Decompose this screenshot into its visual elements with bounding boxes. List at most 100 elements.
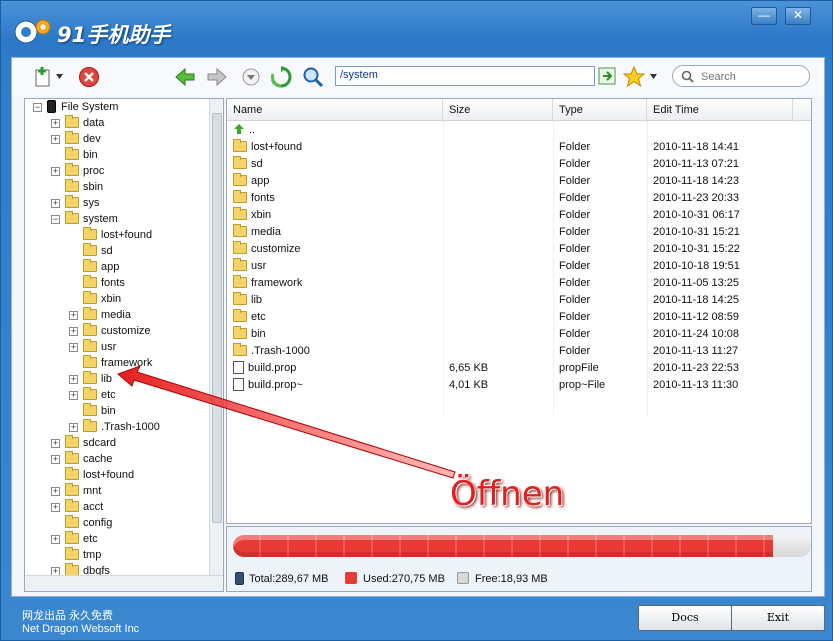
column-header[interactable]: Name: [227, 99, 443, 121]
expand-icon[interactable]: +: [51, 119, 60, 128]
expand-icon[interactable]: +: [69, 343, 78, 352]
file-row[interactable]: lib Folder 2010-11-18 14:25: [227, 292, 811, 309]
file-type-text: Folder: [559, 311, 591, 323]
folder-icon: [83, 275, 97, 288]
expand-icon[interactable]: +: [51, 503, 60, 512]
file-type: Folder: [559, 258, 590, 275]
search-field-icon: [681, 70, 694, 83]
file-row[interactable]: usr Folder 2010-10-18 19:51: [227, 258, 811, 275]
file-time-text: 2010-10-31 15:21: [653, 226, 740, 238]
file-row[interactable]: bin Folder 2010-11-24 10:08: [227, 326, 811, 343]
file-row[interactable]: build.prop~ 4,01 KB prop~File 2010-11-13 11…: [227, 377, 811, 394]
expand-icon[interactable]: +: [51, 439, 60, 448]
tree-item-label: sbin: [83, 181, 104, 193]
file-name: build.prop~: [233, 377, 303, 394]
file-name: app: [233, 173, 269, 190]
favorite-star-icon[interactable]: [623, 66, 645, 88]
tree-scrollbar-vertical[interactable]: [209, 99, 223, 575]
refresh-icon[interactable]: [270, 66, 292, 88]
folder-icon: [83, 243, 97, 256]
history-dropdown-icon[interactable]: [240, 66, 262, 88]
tree-item-label: sys: [83, 197, 100, 209]
file-name-text: lib: [251, 294, 263, 306]
search-input[interactable]: [699, 69, 803, 84]
expand-icon[interactable]: +: [51, 199, 60, 208]
file-type-text: propFile: [559, 362, 599, 374]
folder-icon: [233, 207, 247, 220]
file-row[interactable]: .Trash-1000 Folder 2010-11-13 11:27: [227, 343, 811, 360]
tree-item-label: lib: [101, 373, 113, 385]
new-file-icon[interactable]: [32, 66, 54, 88]
file-name-text: app: [251, 175, 270, 187]
parent-directory-row[interactable]: ..: [227, 122, 811, 139]
tree-item-label: sdcard: [83, 437, 117, 449]
file-row[interactable]: sd Folder 2010-11-13 07:21: [227, 156, 811, 173]
file-row[interactable]: build.prop 6,65 KB propFile 2010-11-23 22:5…: [227, 360, 811, 377]
file-icon: [233, 378, 244, 391]
go-icon[interactable]: [598, 67, 616, 85]
tree-scrollbar-horizontal[interactable]: [25, 575, 223, 591]
folder-icon: [65, 115, 79, 128]
search-icon[interactable]: [302, 66, 324, 88]
tree-item-label: app: [101, 261, 120, 273]
favorite-chevron-down-icon[interactable]: [650, 74, 657, 79]
minimize-button[interactable]: —: [751, 7, 777, 25]
exit-button[interactable]: Exit: [731, 605, 825, 631]
file-time-text: 2010-10-31 15:22: [653, 243, 740, 255]
file-time: 2010-11-24 10:08: [653, 326, 739, 343]
tree-item-label: dev: [83, 133, 101, 145]
column-header[interactable]: Type: [553, 99, 647, 121]
file-row[interactable]: framework Folder 2010-11-05 13:25: [227, 275, 811, 292]
expand-icon[interactable]: +: [69, 311, 78, 320]
expand-icon[interactable]: +: [69, 391, 78, 400]
folder-icon: [83, 307, 97, 320]
file-list-header: Name Size Type Edit Time: [227, 99, 811, 121]
file-time: 2010-10-31 15:21: [653, 224, 740, 241]
file-row[interactable]: lost+found Folder 2010-11-18 14:41: [227, 139, 811, 156]
path-input[interactable]: /system: [335, 66, 595, 86]
expand-icon[interactable]: +: [51, 135, 60, 144]
column-header[interactable]: Size: [443, 99, 553, 121]
search-field[interactable]: [672, 65, 810, 87]
collapse-icon[interactable]: −: [33, 103, 42, 112]
folder-icon: [65, 435, 79, 448]
folder-icon: [233, 190, 247, 203]
file-row[interactable]: app Folder 2010-11-18 14:23: [227, 173, 811, 190]
file-row[interactable]: media Folder 2010-10-31 15:21: [227, 224, 811, 241]
scroll-thumb[interactable]: [212, 113, 222, 523]
file-row[interactable]: customize Folder 2010-10-31 15:22: [227, 241, 811, 258]
folder-icon: [233, 275, 247, 288]
file-row[interactable]: fonts Folder 2010-11-23 20:33: [227, 190, 811, 207]
expand-icon[interactable]: +: [51, 487, 60, 496]
file-size-text: 4,01 KB: [449, 379, 489, 391]
free-swatch-icon: [457, 572, 469, 584]
expand-icon[interactable]: +: [69, 327, 78, 336]
tree-item-label: etc: [83, 533, 98, 545]
file-row[interactable]: xbin Folder 2010-10-31 06:17: [227, 207, 811, 224]
collapse-icon[interactable]: −: [51, 215, 60, 224]
expand-icon[interactable]: +: [51, 535, 60, 544]
forward-arrow-icon[interactable]: [206, 66, 228, 88]
docs-button[interactable]: Docs: [638, 605, 732, 631]
folder-icon: [83, 419, 97, 432]
close-window-button[interactable]: ✕: [785, 7, 811, 25]
file-type: Folder: [559, 139, 590, 156]
file-type: Folder: [559, 156, 590, 173]
file-row[interactable]: etc Folder 2010-11-12 08:59: [227, 309, 811, 326]
folder-icon: [233, 343, 247, 356]
expand-icon[interactable]: +: [51, 167, 60, 176]
expand-icon[interactable]: +: [69, 375, 78, 384]
expand-icon[interactable]: +: [69, 423, 78, 432]
file-type-text: Folder: [559, 209, 591, 221]
chevron-down-icon[interactable]: [56, 74, 63, 79]
file-time-text: 2010-11-23 22:53: [653, 362, 740, 374]
expand-icon[interactable]: +: [51, 455, 60, 464]
file-size: 4,01 KB: [449, 377, 488, 394]
column-header[interactable]: Edit Time: [647, 99, 793, 121]
file-type: prop~File: [559, 377, 605, 394]
file-type: Folder: [559, 173, 590, 190]
tree-item-label: media: [101, 309, 131, 321]
back-arrow-icon[interactable]: [174, 66, 196, 88]
delete-icon[interactable]: [78, 66, 100, 88]
folder-icon: [83, 371, 97, 384]
